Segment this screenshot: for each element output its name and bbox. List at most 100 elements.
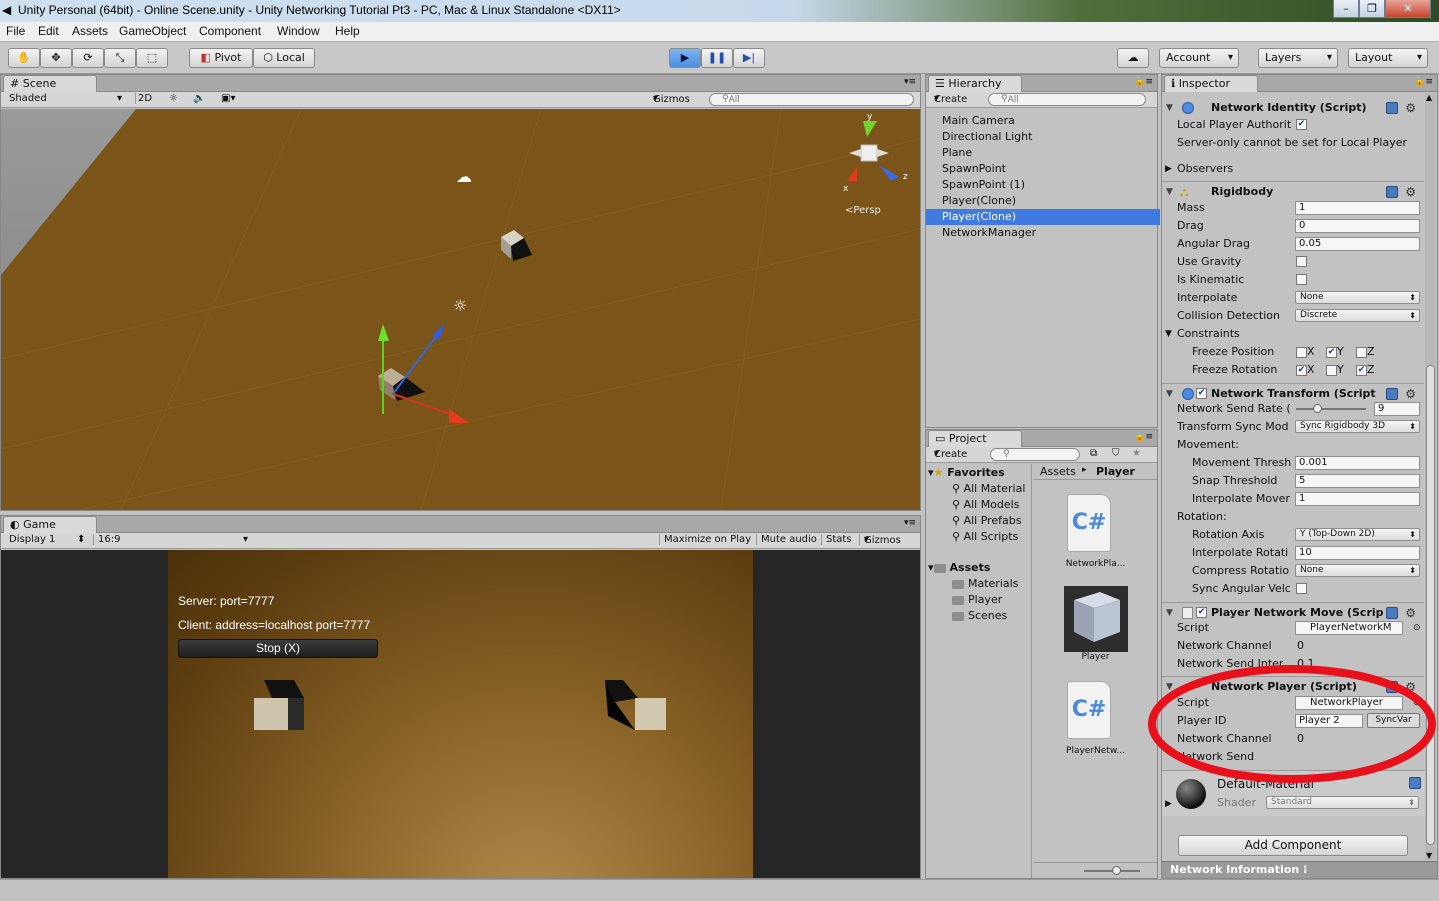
layout-dropdown[interactable]: Layout	[1348, 48, 1428, 68]
rect-tool-icon[interactable]: ⬚	[136, 48, 168, 68]
hierarchy-item-player-clone[interactable]: Player(Clone)	[926, 193, 1160, 209]
play-button[interactable]: ▶	[669, 48, 701, 68]
menu-assets[interactable]: Assets	[72, 24, 108, 38]
hierarchy-search-input[interactable]: ⚲ All	[988, 93, 1146, 106]
hierarchy-item-player-clone-selected[interactable]: Player(Clone)	[926, 209, 1160, 225]
collision-detection-dropdown[interactable]: Discrete	[1295, 309, 1420, 322]
2d-toggle[interactable]: 2D	[135, 93, 152, 104]
scroll-up-icon[interactable]: ▲	[1426, 93, 1432, 102]
menu-help[interactable]: Help	[335, 24, 360, 38]
enable-checkbox[interactable]: ✔	[1196, 607, 1207, 618]
send-rate-slider-thumb[interactable]	[1313, 404, 1322, 413]
hierarchy-item-main-camera[interactable]: Main Camera	[926, 113, 1160, 129]
scroll-thumb[interactable]	[1426, 365, 1435, 845]
csharp-file-icon[interactable]: C#	[1067, 494, 1111, 552]
light-gizmo-icon[interactable]: ☼	[453, 296, 467, 315]
scale-tool-icon[interactable]: ⤡	[104, 48, 136, 68]
checkbox[interactable]: ✔	[1326, 346, 1337, 358]
script-object-field[interactable]: PlayerNetworkM	[1295, 621, 1403, 635]
gear-icon[interactable]: ⚙	[1405, 98, 1416, 118]
maximize-button[interactable]: ❐	[1359, 0, 1385, 18]
hierarchy-item-spawnpoint[interactable]: SpawnPoint	[926, 161, 1160, 177]
add-component-button[interactable]: Add Component	[1178, 835, 1408, 856]
send-rate-slider[interactable]	[1296, 408, 1366, 410]
interpolate-movement-input[interactable]: 1	[1295, 492, 1420, 506]
csharp-file-icon[interactable]: C#	[1067, 681, 1111, 739]
filter-label-icon[interactable]: ⛉	[1112, 448, 1120, 459]
object-picker-icon[interactable]: ⊙	[1413, 619, 1421, 637]
interpolate-rotation-input[interactable]: 10	[1295, 546, 1420, 560]
script-object-field[interactable]: NetworkPlayer	[1295, 696, 1403, 710]
hierarchy-lock-icon[interactable]: 🔒≡	[1134, 77, 1153, 87]
freeze-pos-x[interactable]: X	[1296, 343, 1315, 361]
scene-search-input[interactable]: ⚲ All	[709, 93, 914, 106]
move-tool-icon[interactable]: ✥	[40, 48, 72, 68]
menu-file[interactable]: File	[6, 24, 25, 38]
menu-gameobject[interactable]: GameObject	[119, 24, 186, 38]
inspector-lock-icon[interactable]: 🔒≡	[1414, 77, 1433, 87]
game-panel-menu-icon[interactable]: ▾≡	[904, 518, 916, 528]
tab-game[interactable]: ◐ Game	[3, 516, 97, 533]
rotation-axis-dropdown[interactable]: Y (Top-Down 2D)	[1295, 528, 1420, 541]
folder-scenes[interactable]: Scenes	[952, 609, 1007, 622]
menu-window[interactable]: Window	[277, 24, 320, 38]
close-button[interactable]: ✕	[1385, 0, 1431, 18]
tab-hierarchy[interactable]: ☰ Hierarchy	[928, 75, 1022, 92]
menu-edit[interactable]: Edit	[38, 24, 59, 38]
drag-input[interactable]: 0	[1295, 219, 1420, 233]
checkbox[interactable]	[1356, 346, 1367, 358]
project-search-input[interactable]: ⚲	[990, 448, 1080, 461]
filter-type-icon[interactable]: ⧉	[1090, 448, 1097, 459]
hierarchy-item-spawnpoint-1[interactable]: SpawnPoint (1)	[926, 177, 1160, 193]
network-identity-header[interactable]: ▼ Network Identity (Script) ⚙	[1162, 98, 1424, 118]
tab-inspector[interactable]: ℹ Inspector	[1164, 75, 1258, 92]
effects-toggle-icon[interactable]: ▣▾	[221, 93, 235, 104]
player-id-input[interactable]: Player 2	[1295, 714, 1363, 728]
hierarchy-item-plane[interactable]: Plane	[926, 145, 1160, 161]
help-book-icon[interactable]	[1386, 607, 1398, 619]
scene-viewport[interactable]: ☁ ☼ y z x <Persp	[1, 109, 920, 510]
folder-player[interactable]: Player	[952, 593, 1002, 606]
tab-project[interactable]: ▭ Project	[928, 430, 1022, 447]
checkbox[interactable]: ✔	[1356, 364, 1367, 376]
tab-scene[interactable]: # Scene	[3, 75, 97, 92]
interpolate-dropdown[interactable]: None	[1295, 291, 1420, 304]
display-dropdown[interactable]: Display 1	[9, 534, 55, 545]
camera-gizmo-icon[interactable]: ☁	[456, 167, 472, 186]
inspector-scrollbar[interactable]: ▲ ▼	[1425, 93, 1436, 860]
help-book-icon[interactable]	[1386, 186, 1398, 198]
favorites-header[interactable]: ▾★ Favorites	[928, 466, 1005, 479]
pivot-toggle[interactable]: ◧ Pivot	[189, 48, 253, 68]
help-book-icon[interactable]	[1409, 777, 1421, 789]
fav-all-materials[interactable]: ⚲ All Material	[952, 482, 1025, 495]
project-create-dropdown[interactable]: Create ▾	[934, 448, 967, 460]
observers-foldout[interactable]: ▶ Observers	[1162, 160, 1422, 178]
zoom-slider-thumb[interactable]	[1112, 866, 1121, 875]
maximize-on-play-toggle[interactable]: Maximize on Play	[659, 534, 751, 545]
enable-checkbox[interactable]: ✔	[1196, 388, 1207, 399]
constraints-foldout[interactable]: ▼ Constraints	[1162, 325, 1422, 343]
layers-dropdown[interactable]: Layers	[1258, 48, 1338, 68]
network-information-bar[interactable]: Network Information ⁝	[1162, 861, 1437, 878]
checkbox[interactable]	[1296, 346, 1307, 358]
help-book-icon[interactable]	[1386, 388, 1398, 400]
scene-gizmos-dropdown[interactable]: Gizmos ▾	[653, 93, 690, 105]
mute-audio-toggle[interactable]: Mute audio	[756, 534, 817, 545]
sync-angular-velocity-checkbox[interactable]	[1296, 583, 1307, 594]
game-gizmos-dropdown[interactable]: Gizmos ▾	[859, 534, 901, 546]
breadcrumb-player[interactable]: Player	[1096, 465, 1135, 478]
aspect-dropdown[interactable]: 16:9	[93, 534, 249, 545]
hierarchy-create-dropdown[interactable]: Create ▾	[934, 93, 967, 105]
object-picker-icon[interactable]: ⊙	[1413, 694, 1421, 712]
account-dropdown[interactable]: Account	[1159, 48, 1239, 68]
compress-rotation-dropdown[interactable]: None	[1295, 564, 1420, 577]
menu-component[interactable]: Component	[199, 24, 261, 38]
send-rate-input[interactable]: 9	[1374, 402, 1420, 416]
shader-dropdown[interactable]: Standard	[1266, 796, 1419, 809]
stats-toggle[interactable]: Stats	[821, 534, 852, 545]
foldout-icon[interactable]: ▼	[1166, 98, 1173, 118]
snap-threshold-input[interactable]: 5	[1295, 474, 1420, 488]
game-viewport[interactable]: Server: port=7777 Client: address=localh…	[1, 550, 920, 878]
persp-label[interactable]: <Persp	[845, 205, 881, 216]
fav-all-models[interactable]: ⚲ All Models	[952, 498, 1019, 511]
